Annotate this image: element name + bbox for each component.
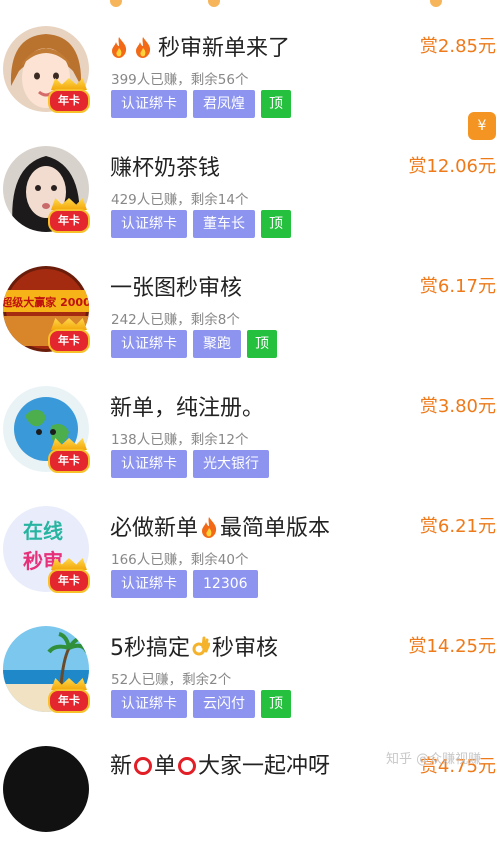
tag-pinned: 顶	[261, 90, 291, 118]
avatar-text: 超级大赢家 2000	[3, 295, 89, 309]
tag-row: 认证绑卡 12306	[111, 570, 258, 598]
tag-publisher: 12306	[193, 570, 258, 598]
flame-icon	[136, 37, 151, 58]
tag-publisher: 君凤煌	[193, 90, 255, 118]
task-title: 赚杯奶茶钱	[110, 156, 221, 181]
tag-row: 认证绑卡 聚跑 顶	[111, 330, 277, 358]
tag-pinned: 顶	[261, 210, 291, 238]
reward-amount: 赏2.85元	[419, 36, 496, 57]
task-item[interactable]: 年卡 秒审新单来了 赏2.85元 399人已赚，剩余56个 认证绑卡 君凤煌 顶…	[0, 26, 500, 146]
reward-amount: 赏14.25元	[408, 636, 496, 657]
tag-verify-card: 认证绑卡	[111, 450, 187, 478]
tag-publisher: 董车长	[193, 210, 255, 238]
tag-row: 认证绑卡 君凤煌 顶	[111, 90, 291, 118]
red-circle-icon	[178, 757, 197, 775]
task-item[interactable]: 年卡 5秒搞定 秒审核 赏14.25元 52人已赚，剩余2个 认证绑卡 云闪付 顶	[0, 626, 500, 746]
task-stats: 399人已赚，剩余56个	[111, 72, 249, 88]
tag-verify-card: 认证绑卡	[111, 690, 187, 718]
task-item[interactable]: 超级大赢家 2000 年卡 一张图秒审核 赏6.17元 242人已赚，剩余8个 …	[0, 266, 500, 386]
reward-amount: 赏6.17元	[419, 276, 496, 297]
avatar	[3, 746, 89, 832]
tag-verify-card: 认证绑卡	[111, 210, 187, 238]
partial-icon	[430, 0, 442, 7]
tag-pinned: 顶	[261, 690, 291, 718]
top-edge	[0, 0, 500, 8]
tag-publisher: 云闪付	[193, 690, 255, 718]
task-stats: 242人已赚，剩余8个	[111, 312, 240, 328]
task-stats: 52人已赚，剩余2个	[111, 672, 232, 688]
yen-icon[interactable]: ¥	[468, 112, 496, 140]
task-title: 新单，纯注册。	[110, 396, 265, 421]
task-title: 一张图秒审核	[110, 276, 243, 301]
task-stats: 138人已赚，剩余12个	[111, 432, 249, 448]
task-title-text: 秒审新单来了	[158, 36, 291, 61]
task-title: 必做新单 最简单版本	[110, 510, 330, 542]
tag-row: 认证绑卡 董车长 顶	[111, 210, 291, 238]
reward-amount: 赏12.06元	[408, 156, 496, 177]
annual-card-badge: 年卡	[48, 438, 90, 476]
tag-row: 认证绑卡 光大银行	[111, 450, 269, 478]
partial-icon	[208, 0, 220, 7]
watermark: 知乎 @众赚视赚	[386, 752, 482, 767]
task-item[interactable]: 在线 秒审 年卡 必做新单 最简单版本 赏6.21元 166人已赚，剩余40个 认…	[0, 506, 500, 626]
task-title: 秒审新单来了	[110, 30, 290, 62]
task-title-text: 最简单版本	[220, 516, 331, 541]
tag-verify-card: 认证绑卡	[111, 90, 187, 118]
tag-publisher: 光大银行	[193, 450, 269, 478]
partial-icon	[110, 0, 122, 7]
ok-hand-icon	[192, 636, 210, 656]
red-circle-icon	[134, 757, 153, 775]
reward-amount: 赏3.80元	[419, 396, 496, 417]
task-title-text: 大家一起冲呀	[198, 754, 331, 779]
task-item[interactable]: 年卡 新单，纯注册。 赏3.80元 138人已赚，剩余12个 认证绑卡 光大银行	[0, 386, 500, 506]
tag-publisher: 聚跑	[193, 330, 241, 358]
task-title-text: 5秒搞定	[110, 636, 190, 661]
task-title: 5秒搞定 秒审核	[110, 630, 278, 662]
tag-row: 认证绑卡 云闪付 顶	[111, 690, 291, 718]
task-title-text: 单	[154, 754, 177, 779]
annual-card-badge: 年卡	[48, 558, 90, 596]
tag-pinned: 顶	[247, 330, 277, 358]
annual-card-badge: 年卡	[48, 318, 90, 356]
task-title: 新单大家一起冲呀	[110, 748, 330, 780]
task-title-text: 新	[110, 754, 133, 779]
task-stats: 166人已赚，剩余40个	[111, 552, 249, 568]
flame-icon	[202, 517, 217, 538]
tag-verify-card: 认证绑卡	[111, 570, 187, 598]
task-title-text: 秒审核	[212, 636, 279, 661]
task-item[interactable]: 年卡 赚杯奶茶钱 赏12.06元 429人已赚，剩余14个 认证绑卡 董车长 顶	[0, 146, 500, 266]
flame-icon	[112, 37, 127, 58]
reward-amount: 赏6.21元	[419, 516, 496, 537]
annual-card-badge: 年卡	[48, 678, 90, 716]
annual-card-badge: 年卡	[48, 78, 90, 116]
task-title-text: 必做新单	[110, 516, 199, 541]
avatar-text: 在线	[23, 519, 63, 543]
tag-verify-card: 认证绑卡	[111, 330, 187, 358]
annual-card-badge: 年卡	[48, 198, 90, 236]
task-stats: 429人已赚，剩余14个	[111, 192, 249, 208]
